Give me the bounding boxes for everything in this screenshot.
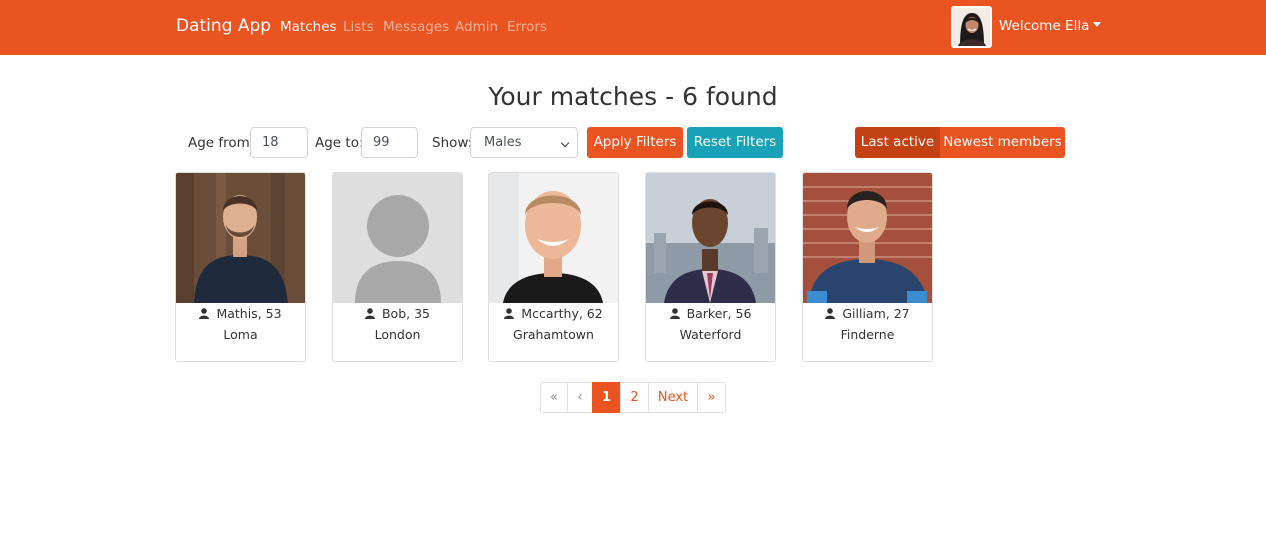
- pagination-page-1[interactable]: 1: [592, 382, 621, 413]
- chevron-down-icon: [560, 138, 570, 148]
- member-name-age: Bob, 35: [333, 306, 462, 321]
- member-name-age: Mathis, 53: [176, 306, 305, 321]
- member-photo[interactable]: [646, 173, 775, 303]
- user-icon: [199, 308, 210, 319]
- top-navbar: Dating App Matches Lists Messages Admin …: [0, 0, 1266, 55]
- member-city: Grahamtown: [513, 327, 594, 342]
- show-label: Show:: [432, 135, 473, 151]
- pagination-first[interactable]: «: [540, 382, 568, 413]
- pagination-next[interactable]: Next: [648, 382, 698, 413]
- welcome-dropdown[interactable]: Welcome Ella: [999, 18, 1102, 34]
- user-icon: [825, 308, 836, 319]
- apply-filters-button[interactable]: Apply Filters: [587, 127, 683, 158]
- member-name-age: Barker, 56: [646, 306, 775, 321]
- age-from-input[interactable]: 18: [250, 127, 308, 158]
- member-photo[interactable]: [803, 173, 932, 303]
- nav-link-admin[interactable]: Admin: [455, 19, 498, 35]
- member-card[interactable]: Bob, 35 London: [332, 172, 463, 362]
- pagination-page-2[interactable]: 2: [620, 382, 649, 413]
- gender-select[interactable]: Males: [470, 127, 578, 158]
- nav-link-matches[interactable]: Matches: [280, 19, 337, 35]
- member-card[interactable]: Gilliam, 27 Finderne: [802, 172, 933, 362]
- user-icon: [669, 308, 680, 319]
- age-to-input[interactable]: 99: [361, 127, 418, 158]
- pagination-last[interactable]: »: [697, 382, 726, 413]
- member-photo[interactable]: [489, 173, 618, 303]
- sort-newest-members-button[interactable]: Newest members: [940, 127, 1065, 158]
- member-photo[interactable]: [176, 173, 305, 303]
- member-city: Finderne: [840, 327, 895, 342]
- nav-link-messages[interactable]: Messages: [383, 19, 449, 35]
- member-photo-placeholder[interactable]: [333, 173, 462, 303]
- member-city: Loma: [223, 327, 258, 342]
- brand-link[interactable]: Dating App: [176, 16, 271, 36]
- pagination-prev[interactable]: ‹: [567, 382, 593, 413]
- member-card[interactable]: Barker, 56 Waterford: [645, 172, 776, 362]
- age-from-label: Age from:: [188, 135, 255, 151]
- sort-last-active-button[interactable]: Last active: [855, 127, 940, 158]
- member-name-age: Gilliam, 27: [803, 306, 932, 321]
- member-card[interactable]: Mccarthy, 62 Grahamtown: [488, 172, 619, 362]
- user-avatar-photo: [953, 8, 990, 46]
- nav-link-errors[interactable]: Errors: [507, 19, 547, 35]
- member-card[interactable]: Mathis, 53 Loma: [175, 172, 306, 362]
- gender-select-value: Males: [484, 135, 522, 150]
- member-name-age: Mccarthy, 62: [489, 306, 618, 321]
- caret-down-icon: [1093, 22, 1102, 27]
- user-icon: [504, 308, 515, 319]
- nav-link-lists[interactable]: Lists: [343, 19, 374, 35]
- member-city: London: [374, 327, 421, 342]
- member-city: Waterford: [679, 327, 742, 342]
- welcome-text: Welcome Ella: [999, 18, 1090, 34]
- age-to-label: Age to:: [315, 135, 364, 151]
- page-title: Your matches - 6 found: [488, 82, 778, 111]
- user-icon: [364, 308, 375, 319]
- user-avatar[interactable]: [951, 6, 992, 48]
- reset-filters-button[interactable]: Reset Filters: [687, 127, 783, 158]
